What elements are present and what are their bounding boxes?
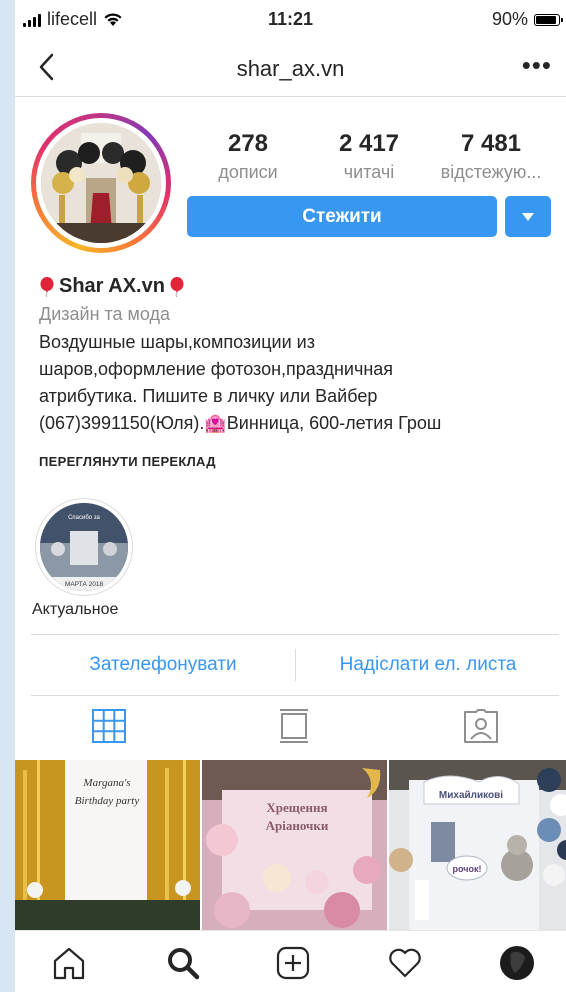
stat-following[interactable]: 7 481 відстежую... <box>431 130 551 183</box>
post-thumbnail[interactable]: Margana's Birthday party <box>15 760 200 930</box>
display-name: Shar AX.vn <box>59 275 165 297</box>
follow-button[interactable]: Стежити <box>187 196 497 237</box>
grid-icon[interactable] <box>89 708 129 744</box>
story-highlight[interactable]: Спасибо за МАРТА 2018 <box>35 498 133 596</box>
balloon-decor-photo <box>41 123 161 243</box>
following-label: відстежую... <box>440 162 542 182</box>
add-icon[interactable] <box>275 945 311 981</box>
status-bar: lifecell 11:21 90% <box>15 0 566 38</box>
highlight-label: Актуальное <box>32 601 119 618</box>
stat-followers[interactable]: 2 417 читачі <box>324 130 414 183</box>
profile-avatar-ring[interactable] <box>31 113 171 253</box>
suggestions-dropdown-button[interactable] <box>505 196 551 237</box>
highlight-caption-top: Спасибо за <box>68 515 100 521</box>
bottom-tab-bar <box>15 930 566 992</box>
followers-label: читачі <box>343 162 395 182</box>
followers-count: 2 417 <box>338 130 400 157</box>
profile-avatar <box>41 123 161 243</box>
posts-label: дописи <box>218 162 278 182</box>
profile-avatar[interactable] <box>499 945 535 981</box>
battery-icon <box>534 13 563 26</box>
post-caption: Margana's <box>82 777 130 789</box>
battery-percent: 90% <box>491 9 528 29</box>
bio-line: атрибутика. Пишите в личку или Вайбер <box>39 386 378 406</box>
clock: 11:21 <box>267 9 314 29</box>
post-caption: Birthday party <box>75 795 140 807</box>
posts-grid: Margana's Birthday party Хрещення Аріано… <box>15 760 566 930</box>
post-caption: Аріаночки <box>266 818 329 833</box>
bio-line: (067)3991150(Юля).🏩Винница, 600-летия Гр… <box>39 413 442 433</box>
profile-category: Дизайн та мода <box>39 304 171 324</box>
post-caption: Михайликові <box>439 790 503 801</box>
following-count: 7 481 <box>460 130 522 157</box>
search-icon[interactable] <box>165 945 201 981</box>
post-thumbnail[interactable]: Михайликові рочок! <box>389 760 566 930</box>
contact-buttons: Зателефонувати Надіслати ел. листа <box>31 634 559 696</box>
display-name-row: Shar AX.vn <box>39 275 559 298</box>
see-translation-link[interactable]: ПЕРЕГЛЯНУТИ ПЕРЕКЛАД <box>39 454 216 469</box>
bio-text: Воздушные шары,композиции из шаров,оформ… <box>39 329 559 437</box>
balloon-icon <box>40 276 54 297</box>
profile-bio: Shar AX.vn Дизайн та мода Воздушные шары… <box>39 275 559 437</box>
more-options-button[interactable]: ••• <box>522 52 552 78</box>
highlight-cover: Спасибо за МАРТА 2018 <box>40 503 128 591</box>
profile-header: shar_ax.vn ••• <box>15 38 566 97</box>
tagged-icon[interactable] <box>461 708 501 744</box>
heart-icon[interactable] <box>387 945 423 981</box>
bio-line: Воздушные шары,композиции из <box>39 332 315 352</box>
username-title: shar_ax.vn <box>236 56 345 81</box>
feed-icon[interactable] <box>274 708 314 744</box>
profile-tabs <box>15 694 566 758</box>
highlight-caption-bottom: МАРТА 2018 <box>65 581 104 588</box>
post-thumbnail[interactable]: Хрещення Аріаночки <box>202 760 387 930</box>
bio-line: шаров,оформление фотозон,праздничная <box>39 359 394 379</box>
call-button[interactable]: Зателефонувати <box>31 635 295 695</box>
stat-posts[interactable]: 278 дописи <box>203 130 293 183</box>
post-caption: рочок! <box>453 864 482 874</box>
posts-count: 278 <box>227 130 269 157</box>
battery-group: 90% <box>491 9 563 30</box>
home-icon[interactable] <box>51 945 87 981</box>
balloon-icon <box>170 276 184 297</box>
post-caption: Хрещення <box>266 800 327 815</box>
email-button[interactable]: Надіслати ел. листа <box>296 635 560 695</box>
instagram-profile-screen: lifecell 11:21 90% shar_ax.vn ••• 278 до… <box>15 0 566 992</box>
